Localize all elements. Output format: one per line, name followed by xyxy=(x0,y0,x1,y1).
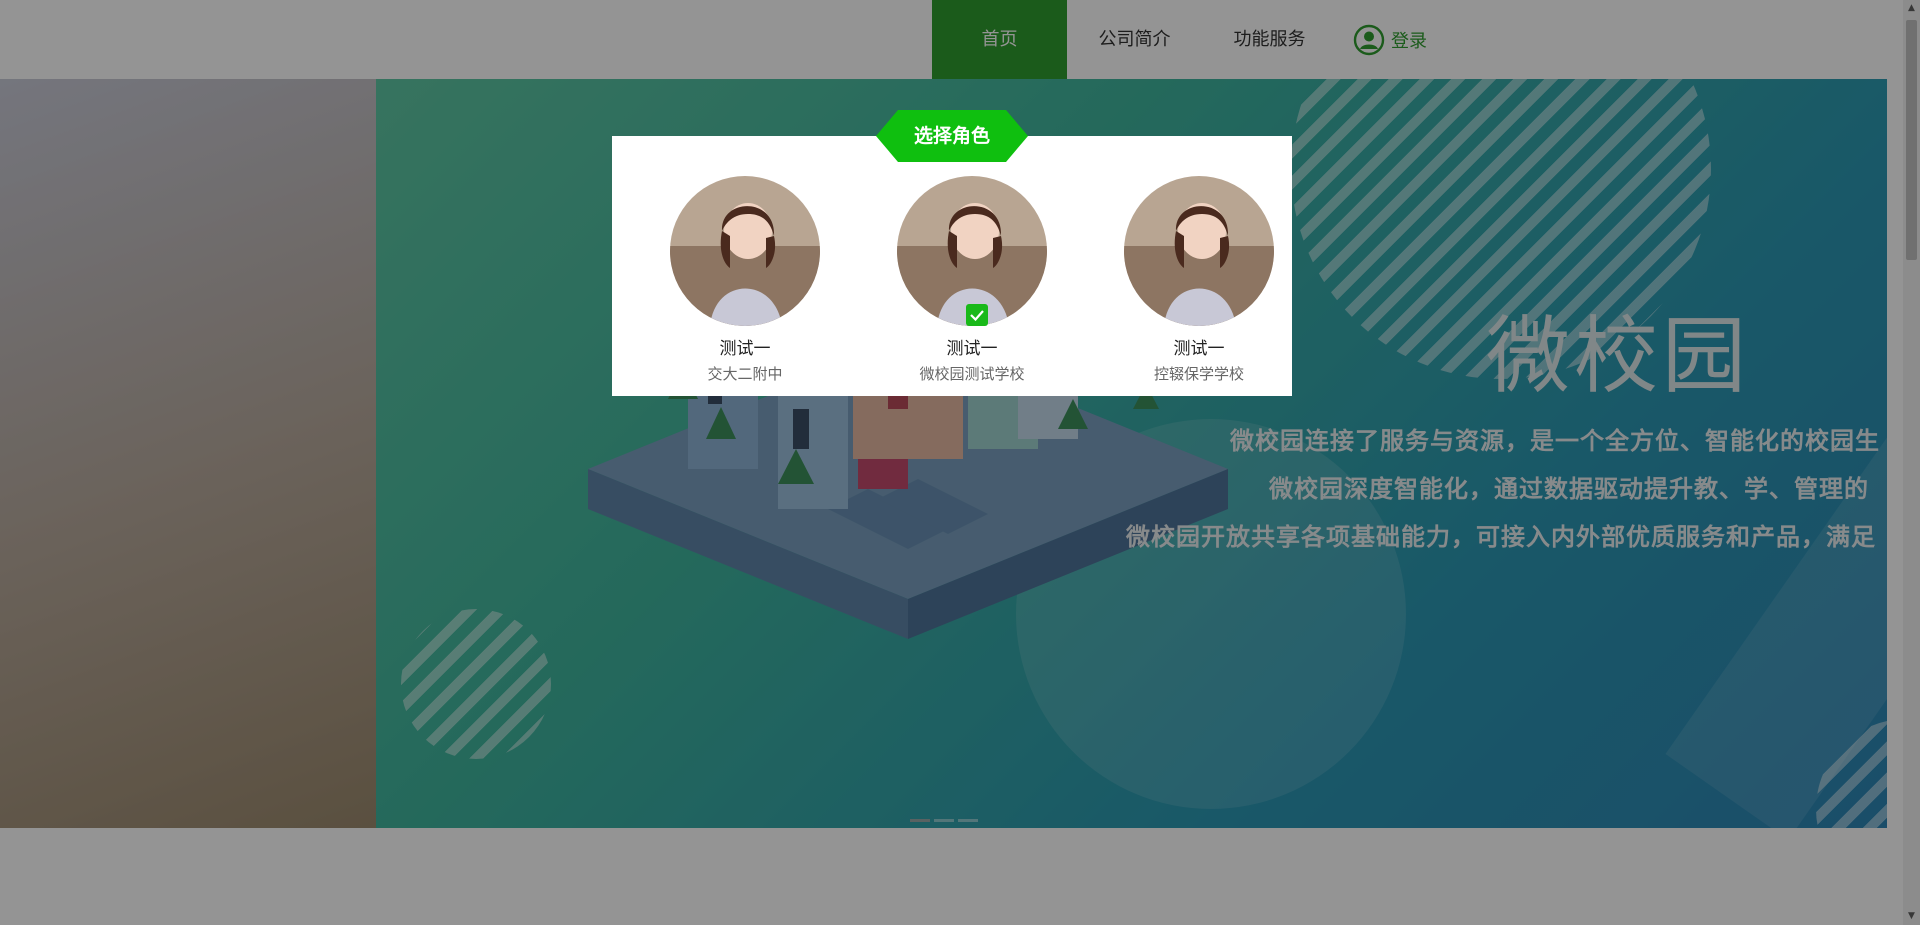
role-name: 测试一 xyxy=(1173,339,1225,359)
role-name: 测试一 xyxy=(946,339,998,359)
role-school: 微校园测试学校 xyxy=(919,365,1025,383)
dialog-title-badge: 选择角色 xyxy=(876,110,1028,162)
portrait-image xyxy=(1124,176,1274,326)
role-name: 测试一 xyxy=(719,339,771,359)
portrait-image xyxy=(670,176,820,326)
role-school: 控辍保学学校 xyxy=(1153,365,1244,383)
role-select-dialog: 选择角色 测试一 交大二附中 测试一 微校园测试学校 测试一 控辍保学学校 xyxy=(612,110,1292,396)
dialog-title: 选择角色 xyxy=(913,125,990,147)
role-card[interactable]: 测试一 交大二附中 xyxy=(635,176,855,384)
avatar xyxy=(670,176,820,326)
avatar xyxy=(1124,176,1274,326)
role-card-selected[interactable]: 测试一 微校园测试学校 xyxy=(862,176,1082,384)
role-school: 交大二附中 xyxy=(707,365,783,383)
role-card[interactable]: 测试一 控辍保学学校 xyxy=(1089,176,1309,384)
selected-check-icon xyxy=(966,304,988,326)
